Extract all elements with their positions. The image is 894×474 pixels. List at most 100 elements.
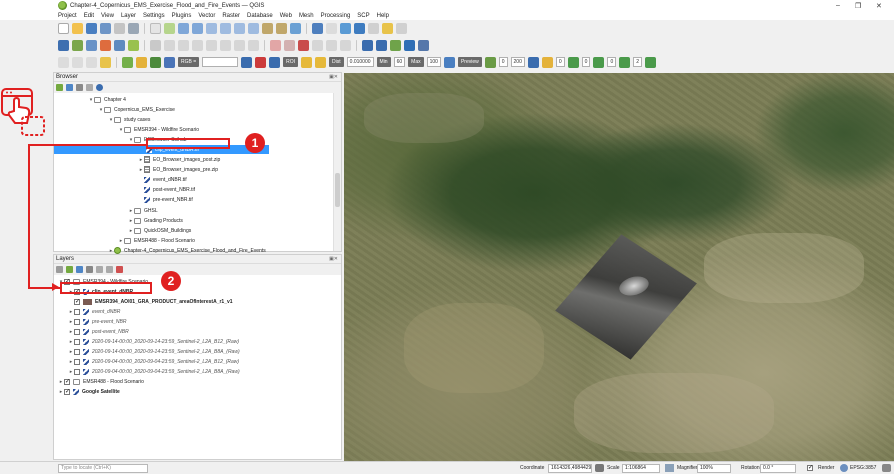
manage-visibility-icon[interactable]: [76, 266, 83, 273]
tree-item-post-nbr[interactable]: post-event_NBR.tif: [144, 185, 195, 194]
add-vector-icon[interactable]: [72, 39, 83, 51]
menu-web[interactable]: Web: [280, 13, 292, 19]
identify-icon[interactable]: [312, 22, 323, 34]
tree-item-study-cases[interactable]: ▾ study cases: [108, 115, 150, 124]
menu-plugins[interactable]: Plugins: [172, 13, 192, 19]
v5-input[interactable]: 0: [607, 57, 617, 67]
zoom-in-icon[interactable]: [178, 22, 189, 34]
new-layer-icon[interactable]: [128, 39, 139, 51]
paste-features-icon[interactable]: [248, 39, 259, 51]
menu-vector[interactable]: Vector: [198, 13, 215, 19]
layer-checkbox[interactable]: [74, 318, 80, 325]
menu-mesh[interactable]: Mesh: [299, 13, 314, 19]
plugin-blue-icon[interactable]: [404, 39, 415, 51]
add-group-icon[interactable]: [66, 266, 73, 273]
layer-s2-b12-0904[interactable]: ▸ 2020-09-04-00:00_2020-09-04-23:59_Senti…: [68, 357, 239, 366]
refresh-browser-icon[interactable]: [66, 84, 73, 91]
browser-scroll-thumb[interactable]: [335, 173, 340, 207]
menu-view[interactable]: View: [101, 13, 114, 19]
copy-features-icon[interactable]: [234, 39, 245, 51]
search-tool-icon[interactable]: [362, 39, 373, 51]
layer-pre-nbr[interactable]: ▸ pre-event_NBR: [68, 317, 126, 326]
layer-checkbox[interactable]: [74, 338, 80, 345]
add-layer-icon[interactable]: [56, 84, 63, 91]
statistics-icon[interactable]: [354, 22, 365, 34]
collapse-all-icon[interactable]: [106, 266, 113, 273]
menu-database[interactable]: Database: [247, 13, 273, 19]
toggle-extents-icon[interactable]: [595, 464, 604, 472]
minimize-button[interactable]: –: [836, 0, 840, 11]
locate-search-input[interactable]: Type to locate (Ctrl+K): [58, 463, 148, 473]
data-source-manager-icon[interactable]: [58, 39, 69, 51]
zoom-layer-icon[interactable]: [248, 22, 259, 34]
zoom-full-icon[interactable]: [220, 22, 231, 34]
add-raster-icon[interactable]: [86, 39, 97, 51]
scp-yellow-icon[interactable]: [541, 56, 553, 68]
filter-icon[interactable]: [76, 84, 83, 91]
crs-globe-icon[interactable]: [840, 464, 848, 472]
label-move-icon[interactable]: [312, 39, 323, 51]
menu-settings[interactable]: Settings: [143, 13, 165, 19]
lock-scale-icon[interactable]: [665, 464, 674, 472]
layer-s2-b12-0914[interactable]: ▸ 2020-09-14-00:00_2020-09-14-23:59_Senti…: [68, 337, 239, 346]
pan-icon[interactable]: [150, 22, 161, 34]
tree-item-eo-post-zip[interactable]: ▸ EO_Browser_images_post.zip: [138, 155, 220, 164]
crs-label[interactable]: EPSG:3857: [850, 465, 876, 471]
tree-item-ghsl[interactable]: ▸ GHSL: [128, 206, 158, 215]
layer-checkbox[interactable]: ✓: [64, 388, 70, 395]
digitize-icon[interactable]: [178, 39, 189, 51]
tree-item-copernicus[interactable]: ▾ Copernicus_EMS_Exercise: [98, 105, 175, 114]
collapse-all-icon[interactable]: [86, 84, 93, 91]
layer-checkbox[interactable]: [74, 348, 80, 355]
render-checkbox[interactable]: ✓: [807, 465, 813, 471]
rotation-input[interactable]: 0.0 °: [760, 463, 796, 473]
menu-edit[interactable]: Edit: [84, 13, 94, 19]
max-input[interactable]: 100: [426, 57, 441, 67]
v4-input[interactable]: 0: [581, 57, 591, 67]
scp-green2-icon[interactable]: [593, 56, 605, 68]
tree-item-emsr488[interactable]: ▸ EMSR488 - Flood Scenario: [118, 236, 195, 245]
tree-item-grading[interactable]: ▸ Grading Products: [128, 216, 183, 225]
open-project-icon[interactable]: [72, 22, 83, 34]
layer-s2-b8a-0914[interactable]: ▸ 2020-09-14-00:00_2020-09-14-23:59_Senti…: [68, 347, 240, 356]
scale-input[interactable]: 1:106864: [622, 463, 660, 473]
plugin-help-icon[interactable]: [418, 39, 429, 51]
tree-item-chapter4[interactable]: ▾ Chapter 4: [88, 95, 126, 104]
layer-event-dnbr[interactable]: ▸ event_dNBR: [68, 307, 120, 316]
print-layout-icon[interactable]: [114, 22, 125, 34]
layer-group-emsr488[interactable]: ▸ ✓ EMSR488 - Flood Scenario: [58, 377, 144, 386]
rgb-field[interactable]: [202, 57, 239, 67]
edit-pencil-icon[interactable]: [150, 39, 161, 51]
panel-close-icon[interactable]: ▣✕: [329, 74, 338, 80]
edit-icon[interactable]: [58, 56, 69, 68]
field-calc-icon[interactable]: [340, 22, 351, 34]
layout-manager-icon[interactable]: [128, 22, 139, 34]
tree-item-quickosm[interactable]: ▸ QuickOSM_Buildings: [128, 226, 191, 235]
scp-green4-icon[interactable]: [645, 56, 656, 68]
tree-item-event-dnbr[interactable]: event_dNBR.tif: [144, 175, 187, 184]
zoom-preview-icon[interactable]: [443, 56, 455, 68]
filter-legend-icon[interactable]: [86, 266, 93, 273]
label-icon[interactable]: [270, 39, 281, 51]
layer-checkbox[interactable]: ✓: [64, 378, 70, 385]
label-rotate-icon[interactable]: [326, 39, 337, 51]
save-as-icon[interactable]: [100, 22, 111, 34]
zoom-native-icon[interactable]: [206, 22, 217, 34]
scp-band-icon[interactable]: [136, 56, 147, 68]
scp-zoom-icon[interactable]: [150, 56, 161, 68]
add-delimited-icon[interactable]: [100, 39, 111, 51]
layer-checkbox[interactable]: [74, 308, 80, 315]
vertex-tool-icon[interactable]: [192, 39, 203, 51]
search-tool-2-icon[interactable]: [376, 39, 387, 51]
layer-post-nbr[interactable]: ▸ post-event_NBR: [68, 327, 129, 336]
layer-aoi[interactable]: ✓ EMSR394_AOI01_GRA_PRODUCT_areaOfInteres…: [74, 297, 233, 306]
layer-style-icon[interactable]: [56, 266, 63, 273]
messages-icon[interactable]: [882, 464, 891, 472]
new-project-icon[interactable]: [58, 22, 69, 34]
save-edits-icon[interactable]: [164, 39, 175, 51]
preview-button[interactable]: Preview: [457, 57, 482, 67]
zoom-out-icon[interactable]: [192, 22, 203, 34]
highlight-icon[interactable]: [100, 56, 111, 68]
tree-item-eo-pre-zip[interactable]: ▸ EO_Browser_images_pre.zip: [138, 165, 218, 174]
save-project-icon[interactable]: [86, 22, 97, 34]
